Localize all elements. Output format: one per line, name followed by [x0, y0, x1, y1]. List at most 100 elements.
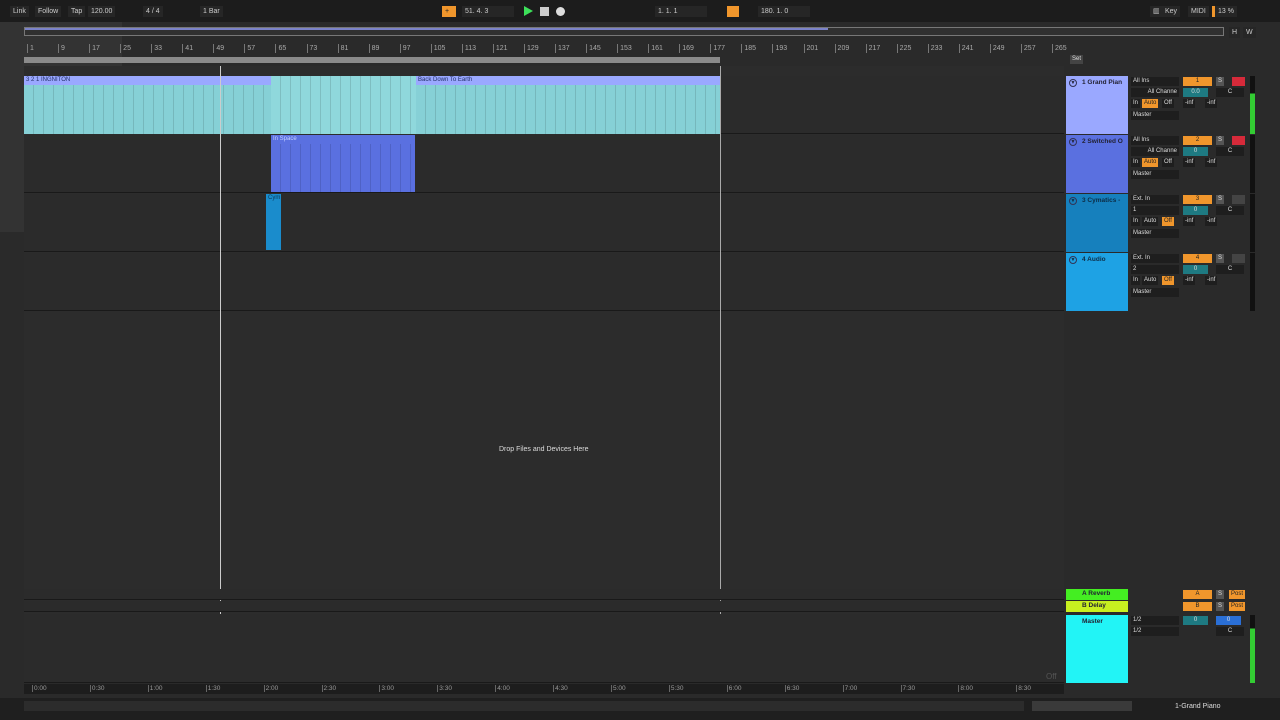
tap-button[interactable]: Tap: [68, 6, 86, 17]
solo-button[interactable]: S: [1216, 254, 1225, 263]
arm-button[interactable]: [1232, 254, 1245, 263]
master-lane[interactable]: [24, 614, 1064, 683]
monitor-off-button[interactable]: Off: [1162, 99, 1174, 108]
output-dropdown[interactable]: Master: [1131, 170, 1179, 179]
return-header[interactable]: B Delay: [1066, 601, 1128, 612]
fold-icon[interactable]: ▼: [1069, 256, 1077, 264]
track-header-4[interactable]: ▼ 4 Audio: [1066, 253, 1128, 311]
fold-icon[interactable]: ▼: [1069, 138, 1077, 146]
master-output-dropdown[interactable]: 1/2: [1131, 616, 1179, 625]
pan-field[interactable]: C: [1216, 147, 1244, 156]
track-activator[interactable]: 2: [1183, 136, 1212, 145]
solo-button[interactable]: S: [1216, 602, 1225, 611]
monitor-in-button[interactable]: In: [1131, 99, 1141, 108]
output-dropdown[interactable]: Master: [1131, 229, 1179, 238]
clip-back-down-to-earth[interactable]: Back Down To Earth: [416, 76, 720, 134]
cue-volume[interactable]: 0: [1216, 616, 1241, 625]
input-channel-dropdown[interactable]: 2: [1131, 265, 1179, 274]
solo-button[interactable]: S: [1216, 590, 1225, 599]
clip-in-space[interactable]: In Space: [271, 135, 415, 192]
track-lane-3[interactable]: Cym: [24, 194, 1064, 252]
follow-button[interactable]: Follow: [35, 6, 62, 17]
clip-cym[interactable]: Cym: [266, 194, 281, 250]
track-header-1[interactable]: ▼ 1 Grand Pian: [1066, 76, 1128, 134]
set-button[interactable]: Set: [1070, 55, 1084, 64]
solo-button[interactable]: S: [1216, 136, 1225, 145]
cue-output-dropdown[interactable]: 1/2: [1131, 627, 1179, 636]
input-type-dropdown[interactable]: All Ins: [1131, 77, 1179, 86]
loop-length-field[interactable]: 180. 1. 0: [758, 6, 810, 17]
master-pan[interactable]: C: [1216, 627, 1244, 636]
keyboard-icon[interactable]: ▥: [1150, 6, 1163, 17]
output-dropdown[interactable]: Master: [1131, 288, 1179, 297]
input-channel-dropdown[interactable]: 1: [1131, 206, 1179, 215]
track-header-3[interactable]: ▼ 3 Cymatics -: [1066, 194, 1128, 252]
play-button[interactable]: [524, 6, 533, 16]
stop-button[interactable]: [540, 7, 549, 16]
monitor-auto-button[interactable]: Auto: [1142, 276, 1159, 285]
fold-icon[interactable]: ▼: [1069, 79, 1077, 87]
return-header[interactable]: A Reverb: [1066, 589, 1128, 600]
volume-field[interactable]: 0: [1183, 265, 1208, 274]
track-activator[interactable]: 1: [1183, 77, 1212, 86]
solo-button[interactable]: S: [1216, 77, 1225, 86]
input-channel-dropdown[interactable]: All Channe: [1131, 147, 1179, 156]
return-lane-b[interactable]: [24, 601, 1064, 612]
track-header-2[interactable]: ▼ 2 Switched O: [1066, 135, 1128, 193]
monitor-off-button[interactable]: Off: [1162, 158, 1174, 167]
w-button[interactable]: W: [1243, 27, 1256, 38]
fold-icon[interactable]: ▼: [1069, 197, 1077, 205]
volume-field[interactable]: 0: [1183, 147, 1208, 156]
input-type-dropdown[interactable]: Ext. In: [1131, 254, 1179, 263]
arm-button[interactable]: [1232, 195, 1245, 204]
input-type-dropdown[interactable]: All Ins: [1131, 136, 1179, 145]
monitor-auto-button[interactable]: Auto: [1142, 158, 1159, 167]
loop-start-field[interactable]: 1. 1. 1: [655, 6, 707, 17]
link-button[interactable]: Link: [10, 6, 29, 17]
song-position-field[interactable]: 51. 4. 3: [462, 6, 514, 17]
time-ruler[interactable]: 0:00 0:30 1:00 1:30 2:00 2:30 3:00 3:30 4:00 4:30…: [24, 684, 1064, 694]
time-signature-field[interactable]: 4 / 4: [143, 6, 163, 17]
track-lane-2[interactable]: In Space: [24, 135, 1064, 193]
pan-field[interactable]: C: [1216, 88, 1244, 97]
overview-bar[interactable]: [24, 27, 1224, 36]
track-activator[interactable]: 3: [1183, 195, 1212, 204]
key-map-button[interactable]: Key: [1162, 6, 1181, 17]
arm-button[interactable]: [1232, 77, 1245, 86]
monitor-off-button[interactable]: Off: [1162, 276, 1174, 285]
monitor-auto-button[interactable]: Auto: [1142, 217, 1159, 226]
return-lane-a[interactable]: [24, 589, 1064, 600]
solo-button[interactable]: S: [1216, 195, 1225, 204]
clip-loop-region[interactable]: [271, 76, 416, 134]
tempo-field[interactable]: 120.00: [88, 6, 116, 17]
monitor-off-button[interactable]: Off: [1162, 217, 1174, 226]
pan-field[interactable]: C: [1216, 265, 1244, 274]
volume-field[interactable]: 0.0: [1183, 88, 1208, 97]
master-header[interactable]: Master: [1066, 615, 1128, 683]
post-button[interactable]: Post: [1229, 602, 1246, 611]
monitor-auto-button[interactable]: Auto: [1142, 99, 1159, 108]
clip-ingniton[interactable]: 3 2 1 INGNITON: [24, 76, 271, 134]
monitor-in-button[interactable]: In: [1131, 158, 1141, 167]
monitor-in-button[interactable]: In: [1131, 276, 1141, 285]
track-lane-4[interactable]: [24, 253, 1064, 311]
overview-scroll[interactable]: [1032, 701, 1132, 711]
record-button[interactable]: [556, 7, 565, 16]
h-button[interactable]: H: [1229, 27, 1241, 38]
input-type-dropdown[interactable]: Ext. In: [1131, 195, 1179, 204]
bar-ruler[interactable]: 1 9 17 25 33 41 49 57 65 73 81 89 97 105 113 121 129 137 1…: [24, 44, 1067, 56]
output-dropdown[interactable]: Master: [1131, 111, 1179, 120]
arrangement-record-icon[interactable]: +: [442, 6, 456, 17]
loop-brace[interactable]: [24, 57, 720, 63]
master-volume[interactable]: 0: [1183, 616, 1208, 625]
post-button[interactable]: Post: [1229, 590, 1246, 599]
input-channel-dropdown[interactable]: All Channe: [1131, 88, 1179, 97]
pan-field[interactable]: C: [1216, 206, 1244, 215]
track-activator[interactable]: B: [1183, 602, 1212, 611]
track-activator[interactable]: 4: [1183, 254, 1212, 263]
quantize-dropdown[interactable]: 1 Bar: [200, 6, 223, 17]
volume-field[interactable]: 0: [1183, 206, 1208, 215]
track-activator[interactable]: A: [1183, 590, 1212, 599]
arm-button[interactable]: [1232, 136, 1245, 145]
midi-map-button[interactable]: MIDI: [1188, 6, 1209, 17]
